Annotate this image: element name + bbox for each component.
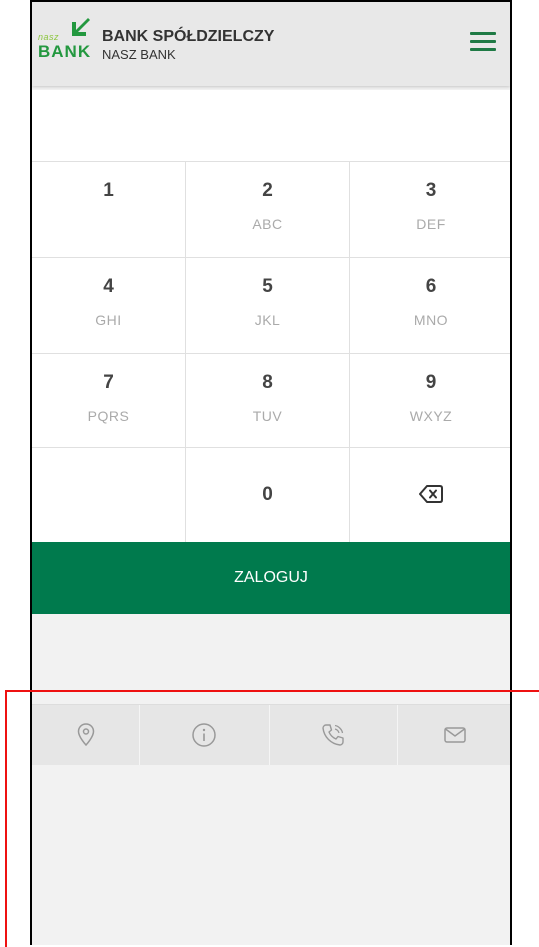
key-letters: ABC <box>252 216 283 232</box>
key-9[interactable]: 9 WXYZ <box>350 354 510 448</box>
hamburger-menu-icon[interactable] <box>470 32 496 54</box>
mail-button[interactable] <box>397 705 510 765</box>
key-letters: PQRS <box>87 408 130 424</box>
key-6[interactable]: 6 MNO <box>350 258 510 354</box>
phone-button[interactable] <box>269 705 398 765</box>
backspace-icon <box>419 485 443 503</box>
key-digit: 8 <box>262 372 273 393</box>
key-letters: GHI <box>95 312 122 328</box>
key-letters: TUV <box>252 408 283 424</box>
key-digit: 1 <box>103 180 114 201</box>
numeric-keypad: 1 2 ABC 3 DEF 4 GHI 5 JKL 6 MNO 7 PQRS 8… <box>32 162 510 542</box>
phone-frame: nasz BANK BANK SPÓŁDZIELCZY NASZ BANK 1 … <box>30 0 512 945</box>
key-letters: DEF <box>416 216 446 232</box>
key-7[interactable]: 7 PQRS <box>32 354 186 448</box>
key-digit: 9 <box>425 372 437 393</box>
key-digit: 2 <box>262 180 273 201</box>
key-3[interactable]: 3 DEF <box>350 162 510 258</box>
app-header: nasz BANK BANK SPÓŁDZIELCZY NASZ BANK <box>32 2 510 86</box>
key-5[interactable]: 5 JKL <box>186 258 350 354</box>
arrow-logo-icon <box>72 18 90 36</box>
bank-subtitle: NASZ BANK <box>102 47 176 62</box>
key-letters: JKL <box>254 312 281 328</box>
key-8[interactable]: 8 TUV <box>186 354 350 448</box>
annotation-line-vertical <box>5 690 7 947</box>
annotation-line-horizontal <box>5 690 539 692</box>
key-4[interactable]: 4 GHI <box>32 258 186 354</box>
key-digit: 5 <box>262 276 273 297</box>
key-letters: WXYZ <box>409 408 453 424</box>
key-digit: 0 <box>262 484 273 505</box>
logo-nasz-text: nasz <box>38 32 60 42</box>
location-pin-icon <box>77 723 94 747</box>
logo-bank-text: BANK <box>38 42 92 61</box>
info-button[interactable] <box>139 705 270 765</box>
login-button[interactable]: ZALOGUJ <box>32 542 510 614</box>
key-digit: 3 <box>425 180 437 201</box>
bank-logo: nasz BANK <box>38 16 94 64</box>
bank-title: BANK SPÓŁDZIELCZY <box>102 28 275 45</box>
phone-icon <box>322 724 344 746</box>
key-empty <box>32 448 186 542</box>
key-1[interactable]: 1 <box>32 162 186 258</box>
location-button[interactable] <box>32 705 140 765</box>
key-digit: 4 <box>103 276 114 297</box>
info-icon <box>192 723 216 747</box>
pin-display <box>32 90 510 162</box>
bottom-toolbar <box>32 704 510 765</box>
envelope-icon <box>443 727 466 743</box>
key-letters: MNO <box>413 312 449 328</box>
backspace-key[interactable] <box>350 448 510 542</box>
key-2[interactable]: 2 ABC <box>186 162 350 258</box>
key-digit: 6 <box>425 276 437 297</box>
key-digit: 7 <box>103 372 114 393</box>
key-0[interactable]: 0 <box>186 448 350 542</box>
